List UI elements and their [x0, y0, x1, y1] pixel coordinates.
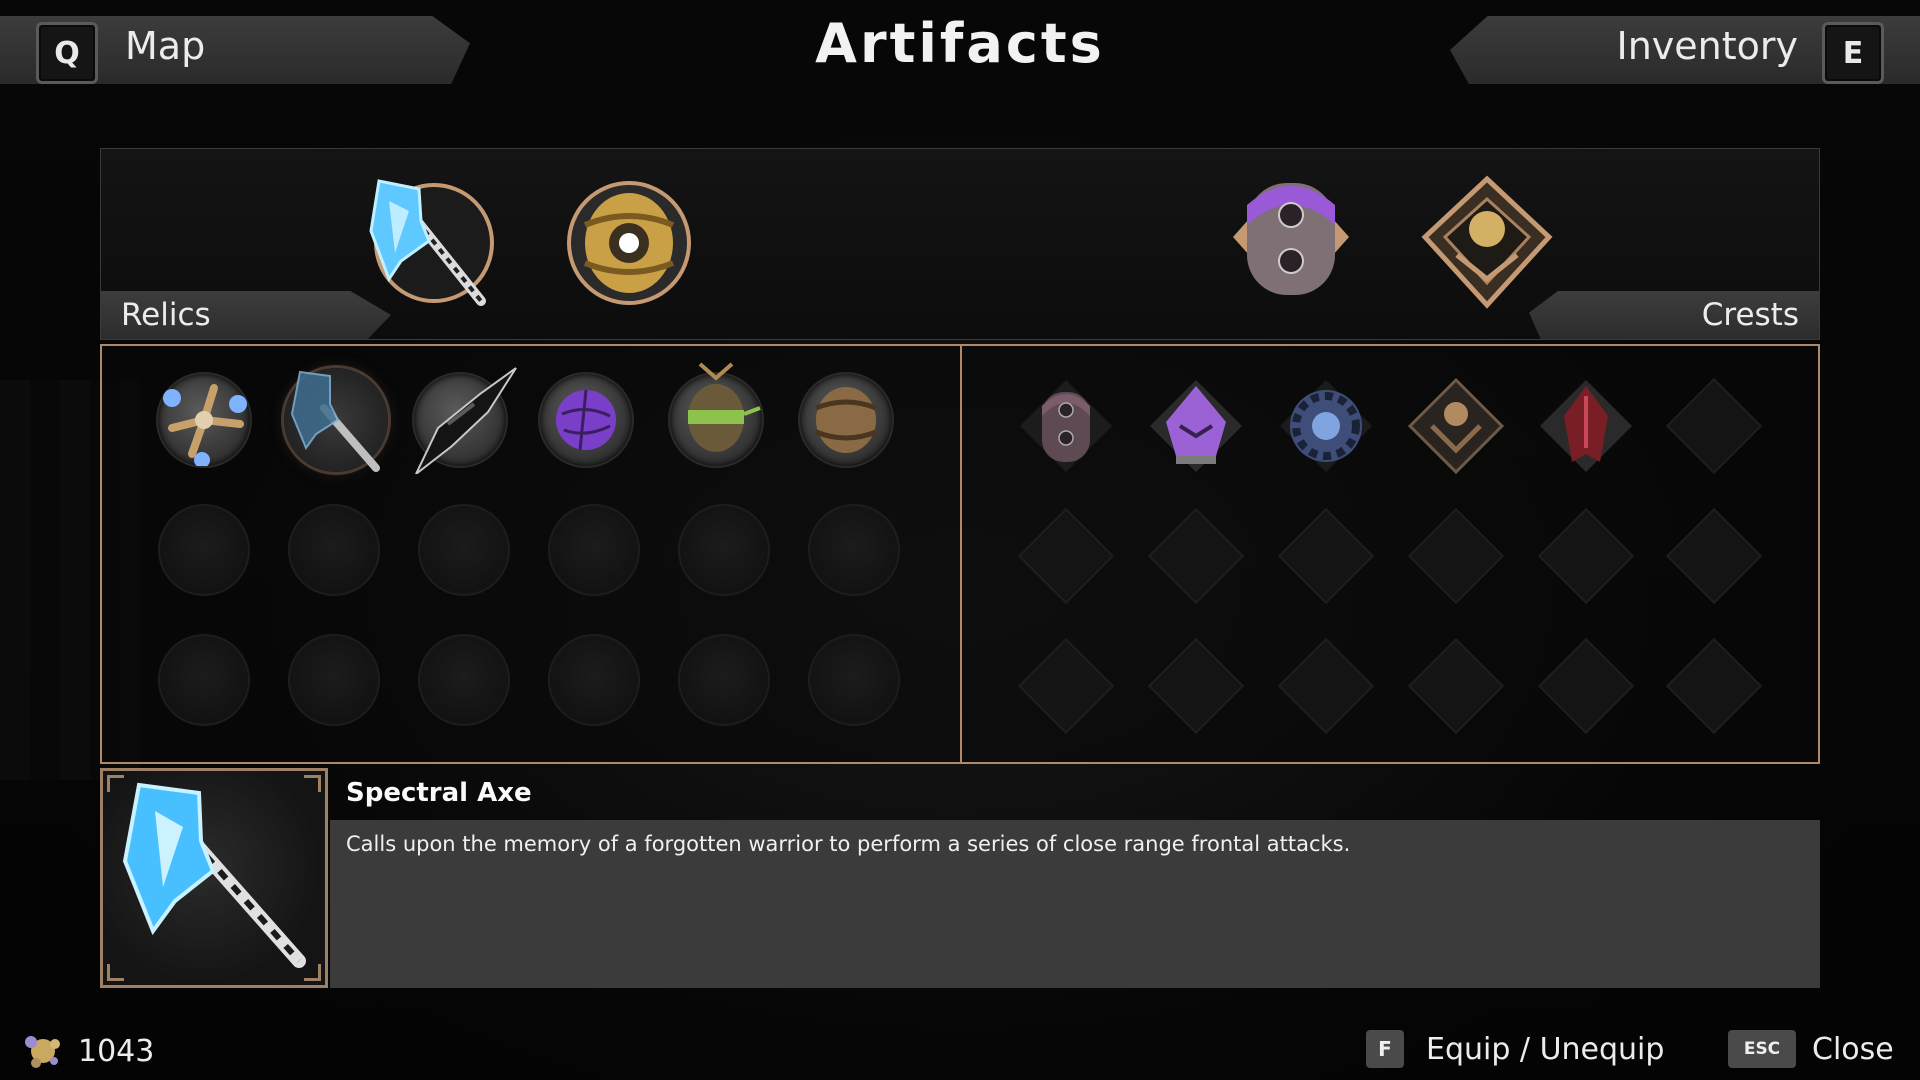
- crest-slot-empty[interactable]: [1407, 637, 1505, 735]
- crest-slot-empty[interactable]: [1017, 637, 1115, 735]
- golden-orb-icon: [567, 181, 691, 305]
- crest-slot-empty[interactable]: [1277, 637, 1375, 735]
- equip-action-label[interactable]: Equip / Unequip: [1426, 1032, 1664, 1067]
- item-description-box: Calls upon the memory of a forgotten war…: [330, 820, 1820, 988]
- relic-slot[interactable]: [800, 374, 892, 466]
- relic-slot[interactable]: [540, 374, 632, 466]
- crest-slot[interactable]: [1146, 376, 1246, 480]
- equipped-crest-golden[interactable]: [1417, 175, 1557, 319]
- crest-slot-empty[interactable]: [1407, 507, 1505, 605]
- relic-slot-empty[interactable]: [548, 504, 640, 596]
- relic-slot-empty[interactable]: [678, 634, 770, 726]
- item-description: Calls upon the memory of a forgotten war…: [346, 832, 1351, 856]
- blue-gear-crest-icon: [1280, 380, 1372, 472]
- crest-slot-empty[interactable]: [1665, 507, 1763, 605]
- relic-slot-empty[interactable]: [288, 504, 380, 596]
- relic-slot-empty[interactable]: [808, 634, 900, 726]
- relics-section-label: Relics: [101, 291, 391, 339]
- equipped-relic-spectral-axe[interactable]: [359, 171, 499, 315]
- close-action[interactable]: ESC Close: [1728, 1030, 1894, 1068]
- dark-gold-crest-icon: [1407, 377, 1505, 475]
- equip-action[interactable]: F Equip / Unequip: [1366, 1030, 1664, 1068]
- crest-slot-empty[interactable]: [1017, 507, 1115, 605]
- crimson-crest-icon: [1540, 380, 1632, 472]
- spectral-axe-icon: [369, 179, 494, 306]
- bronze-shield-crest-icon: [1020, 380, 1112, 472]
- shadow-blade-icon: [414, 367, 517, 474]
- inventory-tab-label[interactable]: Inventory: [1616, 24, 1798, 68]
- crest-slot[interactable]: [1016, 376, 1116, 480]
- relic-slot-empty[interactable]: [288, 634, 380, 726]
- item-name: Spectral Axe: [346, 778, 532, 808]
- relic-slot[interactable]: [158, 374, 250, 466]
- close-key[interactable]: ESC: [1728, 1030, 1796, 1068]
- relic-slot-empty[interactable]: [158, 634, 250, 726]
- inventory-key[interactable]: E: [1822, 22, 1884, 84]
- crest-slot[interactable]: [1276, 376, 1376, 480]
- relic-slot[interactable]: [670, 362, 762, 466]
- crest-slot-empty[interactable]: [1665, 377, 1763, 475]
- violet-helm-crest-icon: [1150, 380, 1242, 472]
- relic-grid: [100, 344, 962, 764]
- relic-slot-empty[interactable]: [158, 504, 250, 596]
- relic-slot-selected[interactable]: [284, 368, 388, 472]
- relic-slot[interactable]: [414, 367, 517, 474]
- currency-amount: 1043: [78, 1033, 155, 1069]
- equipped-row: Relics Crests: [100, 148, 1820, 340]
- item-portrait: [100, 768, 328, 988]
- green-lantern-icon: [670, 362, 762, 466]
- relic-slot-empty[interactable]: [418, 634, 510, 726]
- artifacts-panel: Relics Crests Spectral Axe Calls upon th…: [100, 148, 1820, 988]
- currency-display: 1043: [22, 1030, 154, 1072]
- crest-slot[interactable]: [1536, 376, 1636, 480]
- crest-slot-empty[interactable]: [1537, 507, 1635, 605]
- spectral-axe-icon: [122, 782, 306, 968]
- crest-slot-empty[interactable]: [1277, 507, 1375, 605]
- crest-slot-empty[interactable]: [1537, 637, 1635, 735]
- crest-slot-empty[interactable]: [1147, 507, 1245, 605]
- crest-grid: [960, 344, 1820, 764]
- equipped-relic-golden-orb[interactable]: [567, 181, 691, 309]
- golden-crest-icon: [1421, 175, 1553, 309]
- crests-section-label: Crests: [1529, 291, 1819, 339]
- bronze-orb-icon: [800, 374, 892, 466]
- spectral-axe-icon: [284, 368, 388, 472]
- crest-slot-empty[interactable]: [1147, 637, 1245, 735]
- relic-slot-empty[interactable]: [418, 504, 510, 596]
- purple-crest-icon: [1233, 183, 1349, 295]
- relic-slot-empty[interactable]: [808, 504, 900, 596]
- four-pronged-relic-icon: [158, 374, 250, 466]
- equipped-crest-purple[interactable]: [1221, 175, 1361, 309]
- relic-slot-empty[interactable]: [678, 504, 770, 596]
- close-action-label[interactable]: Close: [1812, 1032, 1894, 1067]
- currency-icon: [25, 1036, 60, 1068]
- crest-slot[interactable]: [1406, 376, 1506, 480]
- artifact-grids: [100, 344, 1820, 764]
- item-detail-panel: Spectral Axe Calls upon the memory of a …: [100, 768, 1820, 988]
- equip-key[interactable]: F: [1366, 1030, 1404, 1068]
- relic-slot-empty[interactable]: [548, 634, 640, 726]
- violet-orb-icon: [540, 374, 632, 466]
- crest-slot-empty[interactable]: [1665, 637, 1763, 735]
